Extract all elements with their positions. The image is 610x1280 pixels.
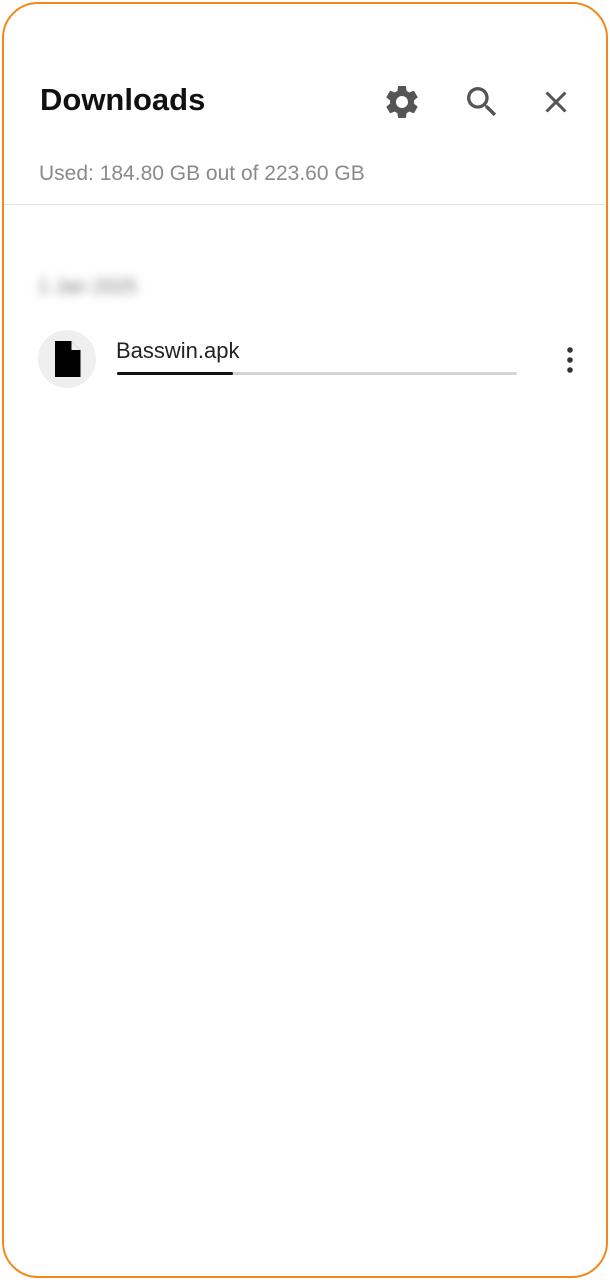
divider <box>4 204 606 205</box>
file-icon <box>55 341 81 377</box>
close-icon <box>545 91 567 113</box>
section-date-header: 1 Jan 2025 <box>38 276 137 298</box>
more-vertical-icon <box>567 347 573 373</box>
page-title: Downloads <box>40 82 206 117</box>
more-options-button[interactable] <box>550 338 590 382</box>
search-button[interactable] <box>458 78 506 126</box>
gear-icon <box>386 85 418 118</box>
settings-button[interactable] <box>378 78 426 126</box>
file-icon-badge <box>38 330 96 388</box>
file-name: Basswin.apk <box>116 338 240 363</box>
downloads-panel: Downloads Used: 184.80 GB out of 223.60 … <box>2 2 608 1278</box>
search-icon <box>467 87 497 117</box>
download-progress-bar <box>117 372 517 375</box>
storage-usage: Used: 184.80 GB out of 223.60 GB <box>39 162 365 185</box>
close-button[interactable] <box>532 78 580 126</box>
download-item[interactable]: Basswin.apk <box>4 324 606 398</box>
download-progress-fill <box>117 372 233 375</box>
